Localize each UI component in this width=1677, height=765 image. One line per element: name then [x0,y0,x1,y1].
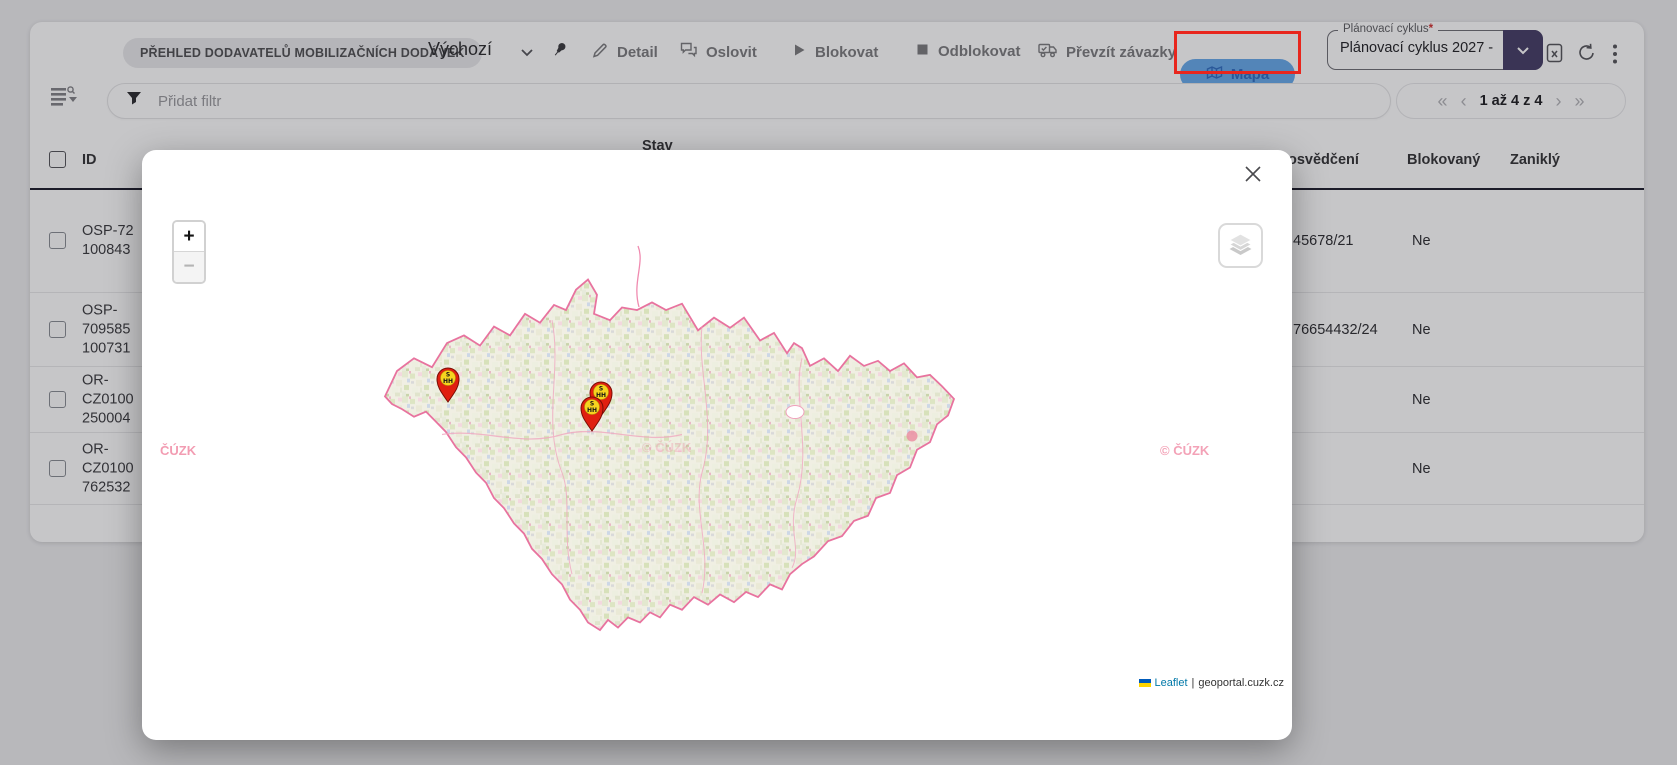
czech-republic-map[interactable]: S HH S HH S HH [142,150,1292,740]
map-zoom-control: + − [172,220,206,284]
zoom-out-button[interactable]: − [174,252,204,282]
ukraine-flag-icon [1139,679,1151,687]
attribution-divider: | [1192,677,1195,689]
cuzk-watermark: ČÚZK [160,443,196,458]
region-boundary-line [637,246,640,307]
map-modal: S HH S HH S HH ČÚZK © ČÚZK © ČÚZK + − [142,150,1292,740]
layers-icon [1227,230,1254,262]
map-layers-button[interactable] [1218,223,1263,268]
close-icon[interactable] [1240,162,1266,188]
urban-area-patch [907,431,918,442]
map-attribution: Leaflet | geoportal.cuzk.cz [1139,677,1285,689]
leaflet-link[interactable]: Leaflet [1155,677,1188,689]
svg-text:HH: HH [587,407,597,414]
cuzk-watermark: © ČÚZK [1160,443,1209,458]
zoom-in-button[interactable]: + [174,222,204,252]
attribution-provider: geoportal.cuzk.cz [1198,677,1284,689]
svg-text:HH: HH [443,378,453,385]
cuzk-watermark: © ČÚZK [642,440,691,455]
urban-area-patch [786,406,804,419]
